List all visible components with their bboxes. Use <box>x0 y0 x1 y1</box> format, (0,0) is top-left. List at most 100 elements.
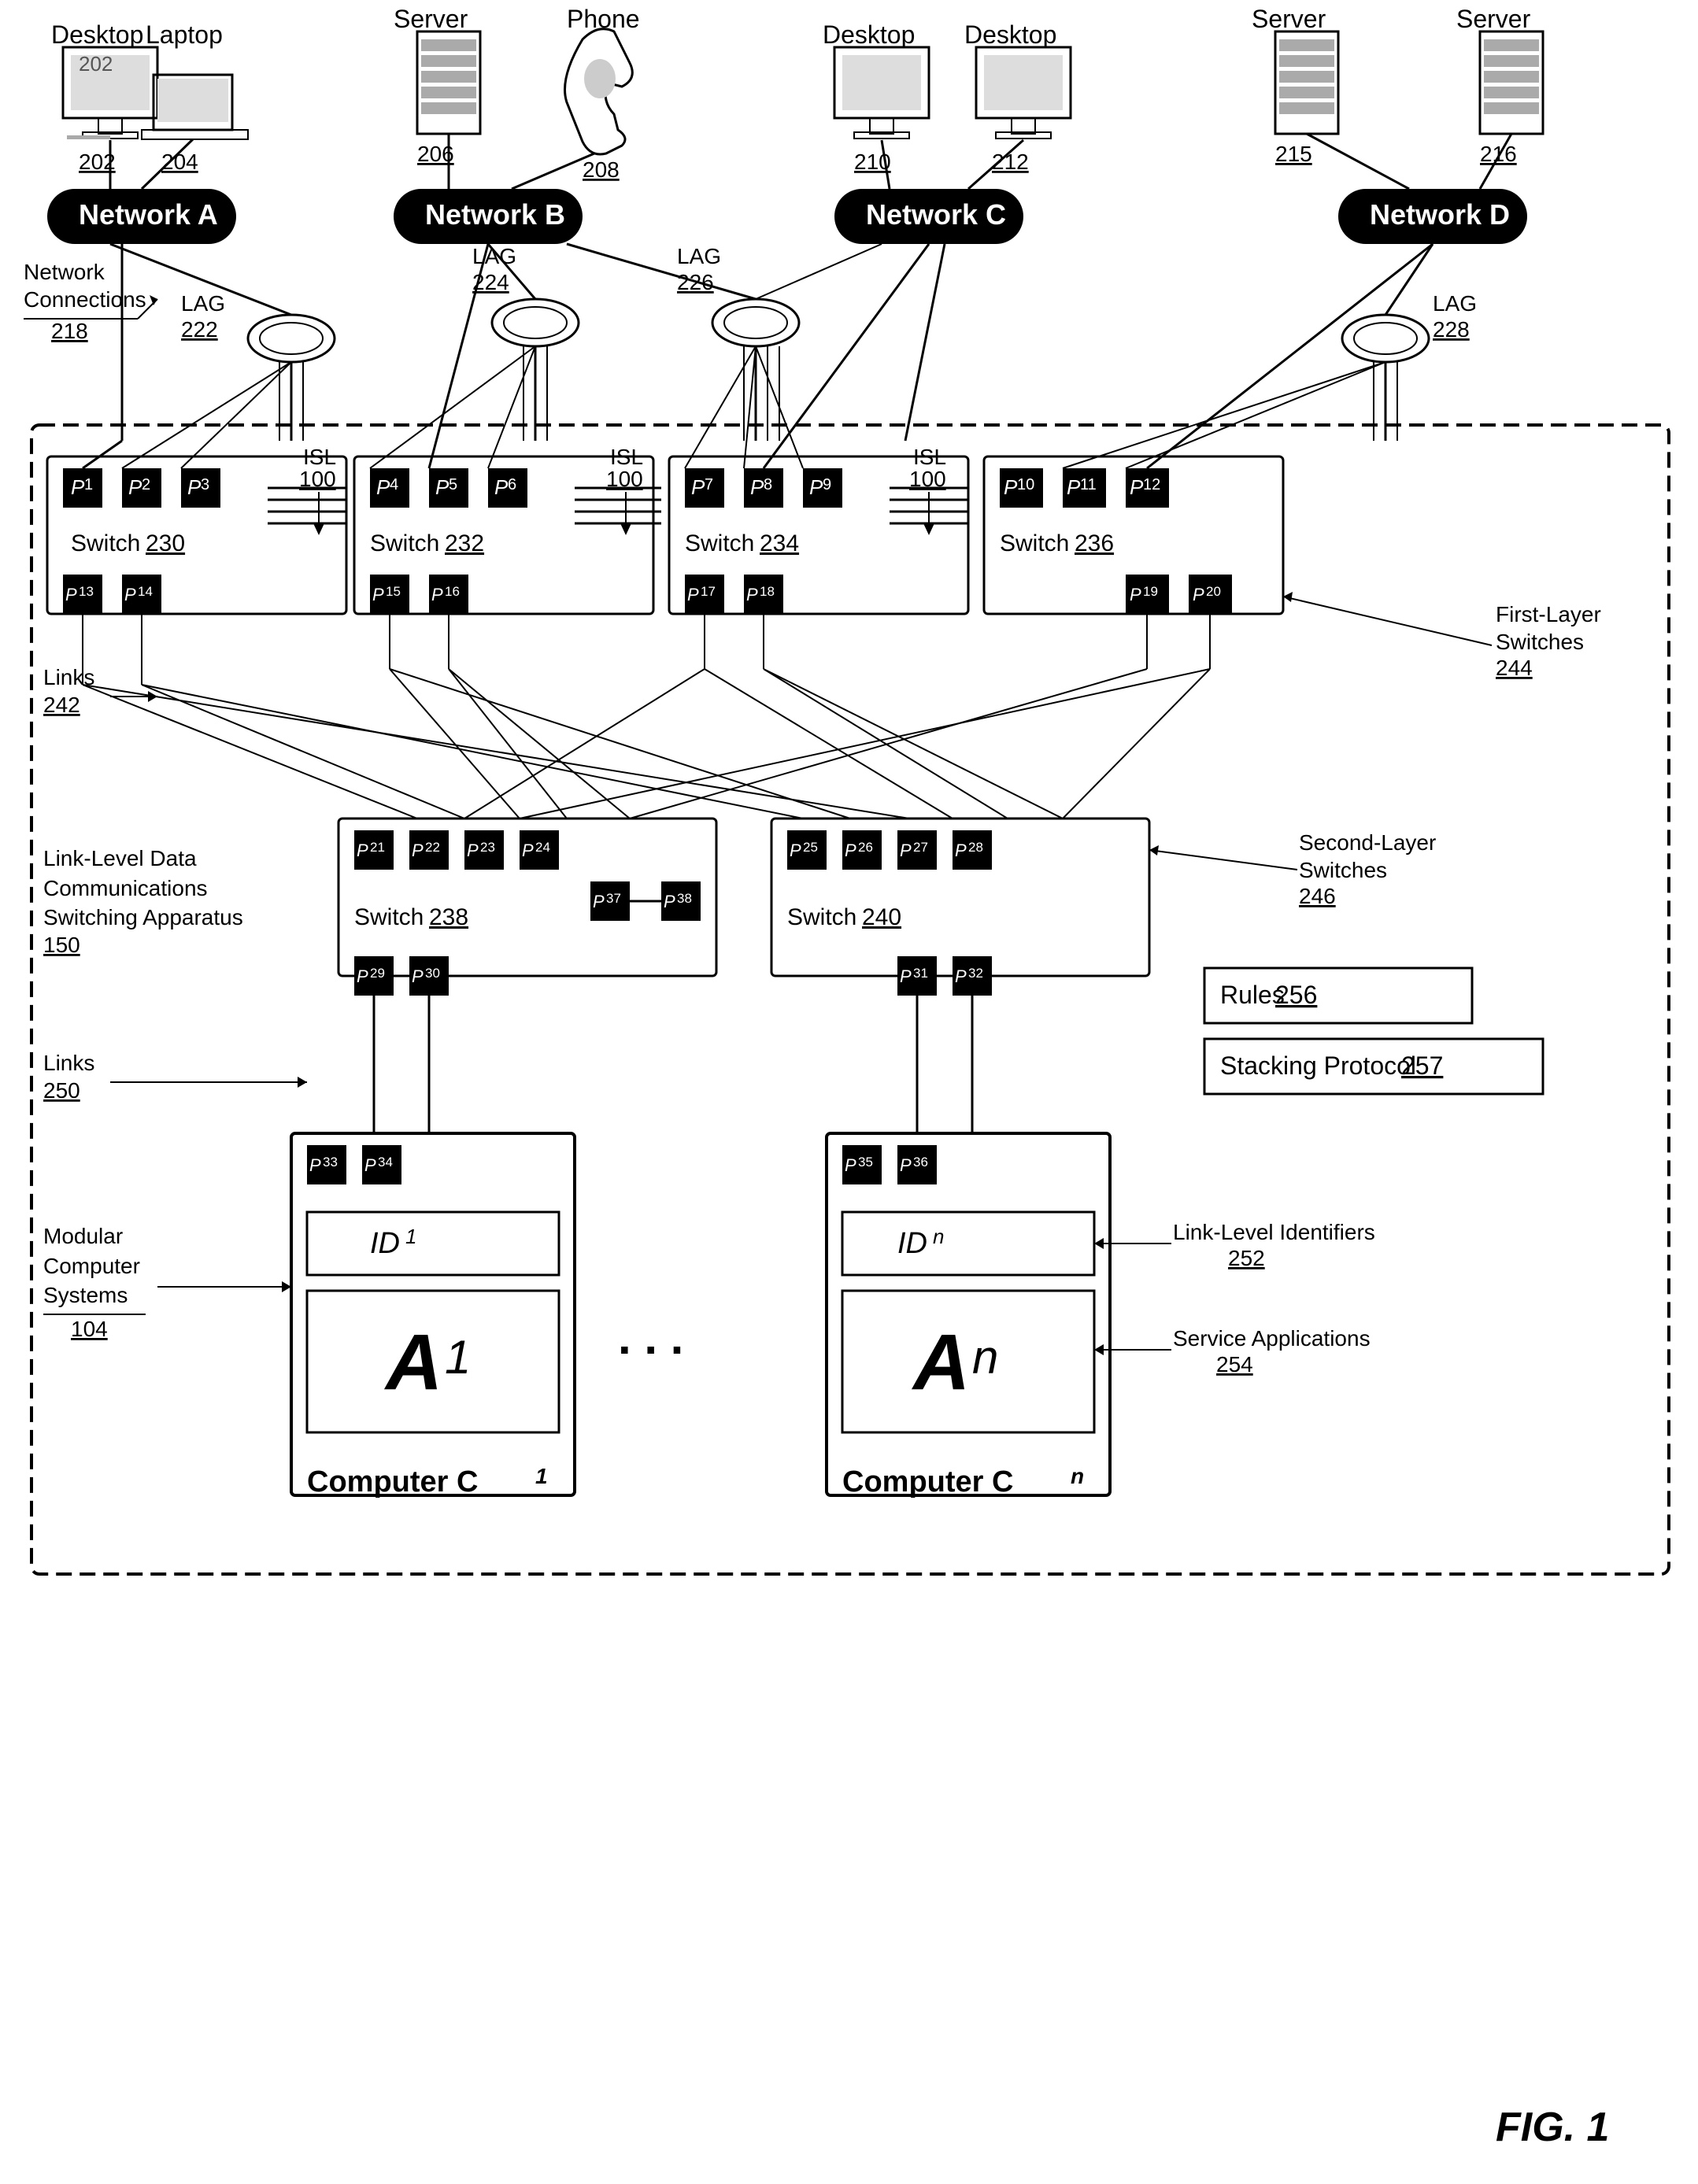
svg-text:10: 10 <box>1017 476 1034 493</box>
svg-text:12: 12 <box>1143 476 1160 493</box>
svg-text:33: 33 <box>323 1155 338 1170</box>
svg-text:26: 26 <box>858 840 873 855</box>
svg-text:Laptop: Laptop <box>146 20 223 49</box>
svg-text:13: 13 <box>79 584 94 599</box>
svg-text:215: 215 <box>1275 142 1312 166</box>
svg-text:A: A <box>383 1318 442 1406</box>
svg-text:31: 31 <box>913 966 928 981</box>
svg-text:Link-Level Data: Link-Level Data <box>43 846 197 870</box>
network-d-label: Network D <box>1370 198 1510 231</box>
svg-text:19: 19 <box>1143 584 1158 599</box>
svg-text:First-Layer: First-Layer <box>1496 602 1601 626</box>
svg-text:Switches: Switches <box>1299 858 1387 882</box>
svg-text:P: P <box>1130 585 1141 604</box>
svg-text:Switch: Switch <box>71 530 140 556</box>
svg-text:P: P <box>1130 475 1144 499</box>
svg-text:Desktop: Desktop <box>51 20 143 49</box>
svg-text:28: 28 <box>968 840 983 855</box>
svg-text:7: 7 <box>705 476 713 493</box>
svg-text:257: 257 <box>1401 1051 1443 1080</box>
svg-text:208: 208 <box>583 157 620 182</box>
svg-text:Server: Server <box>1456 5 1531 33</box>
svg-text:P: P <box>71 475 85 499</box>
svg-text:Links: Links <box>43 1051 94 1075</box>
svg-text:Computer: Computer <box>43 1254 140 1278</box>
svg-text:P: P <box>790 841 801 860</box>
network-c-label: Network C <box>866 198 1006 231</box>
svg-text:100: 100 <box>909 467 946 491</box>
svg-text:P: P <box>431 585 443 604</box>
svg-text:Network: Network <box>24 260 105 284</box>
svg-text:252: 252 <box>1228 1246 1265 1270</box>
svg-text:14: 14 <box>138 584 153 599</box>
fig-label: FIG. 1 <box>1496 2105 1609 2150</box>
svg-text:LAG: LAG <box>1433 291 1477 316</box>
svg-text:P: P <box>750 475 764 499</box>
svg-text:P: P <box>664 892 675 911</box>
svg-text:P: P <box>467 841 479 860</box>
svg-text:21: 21 <box>370 840 385 855</box>
svg-text:35: 35 <box>858 1155 873 1170</box>
svg-text:238: 238 <box>429 904 468 930</box>
svg-text:P: P <box>376 475 390 499</box>
svg-text:232: 232 <box>445 530 484 556</box>
network-b-label: Network B <box>425 198 565 231</box>
svg-text:25: 25 <box>803 840 818 855</box>
svg-text:P: P <box>687 585 699 604</box>
svg-text:234: 234 <box>760 530 799 556</box>
main-diagram: Desktop 202 202 Laptop 204 Server 206 <box>0 0 1698 2184</box>
svg-text:P: P <box>364 1155 376 1175</box>
svg-text:P: P <box>1193 585 1204 604</box>
svg-text:P: P <box>900 1155 912 1175</box>
svg-text:ISL: ISL <box>913 445 946 469</box>
svg-text:1: 1 <box>445 1331 471 1384</box>
svg-text:24: 24 <box>535 840 550 855</box>
svg-text:Server: Server <box>1252 5 1326 33</box>
svg-text:P: P <box>900 966 912 986</box>
svg-text:LAG: LAG <box>472 244 516 268</box>
svg-text:P: P <box>412 966 424 986</box>
svg-text:228: 228 <box>1433 317 1470 342</box>
svg-text:P: P <box>593 892 605 911</box>
svg-text:1: 1 <box>405 1225 416 1248</box>
svg-text:P: P <box>309 1155 321 1175</box>
svg-text:P: P <box>372 585 384 604</box>
svg-text:3: 3 <box>201 476 209 493</box>
svg-text:ID: ID <box>370 1227 400 1260</box>
svg-text:104: 104 <box>71 1317 108 1341</box>
diagram-container: Desktop 202 202 Laptop 204 Server 206 <box>0 0 1698 2184</box>
svg-text:P: P <box>187 475 202 499</box>
svg-text:Computer C: Computer C <box>842 1465 1013 1498</box>
svg-text:29: 29 <box>370 966 385 981</box>
svg-text:36: 36 <box>913 1155 928 1170</box>
svg-text:P: P <box>845 1155 856 1175</box>
svg-text:30: 30 <box>425 966 440 981</box>
svg-text:P: P <box>494 475 509 499</box>
svg-text:15: 15 <box>386 584 401 599</box>
svg-text:P: P <box>900 841 912 860</box>
svg-text:4: 4 <box>390 476 398 493</box>
svg-text:P: P <box>412 841 424 860</box>
svg-text:202: 202 <box>79 52 113 76</box>
svg-text:2: 2 <box>142 476 150 493</box>
svg-text:Switches: Switches <box>1496 630 1584 654</box>
svg-text:230: 230 <box>146 530 185 556</box>
svg-text:Server: Server <box>394 5 468 33</box>
svg-text:Communications: Communications <box>43 876 208 900</box>
svg-text:23: 23 <box>480 840 495 855</box>
svg-text:P: P <box>124 585 136 604</box>
svg-text:Computer C: Computer C <box>307 1465 478 1498</box>
svg-text:P: P <box>1004 475 1018 499</box>
svg-text:32: 32 <box>968 966 983 981</box>
svg-text:18: 18 <box>760 584 775 599</box>
svg-text:P: P <box>746 585 758 604</box>
svg-text:218: 218 <box>51 319 88 343</box>
svg-text:1: 1 <box>84 476 93 493</box>
svg-text:Switch: Switch <box>370 530 439 556</box>
svg-text:250: 250 <box>43 1078 80 1103</box>
svg-text:Connections: Connections <box>24 287 146 312</box>
svg-text:Modular: Modular <box>43 1224 123 1248</box>
svg-text:100: 100 <box>606 467 643 491</box>
svg-text:n: n <box>1071 1464 1084 1488</box>
svg-text:38: 38 <box>677 891 692 906</box>
